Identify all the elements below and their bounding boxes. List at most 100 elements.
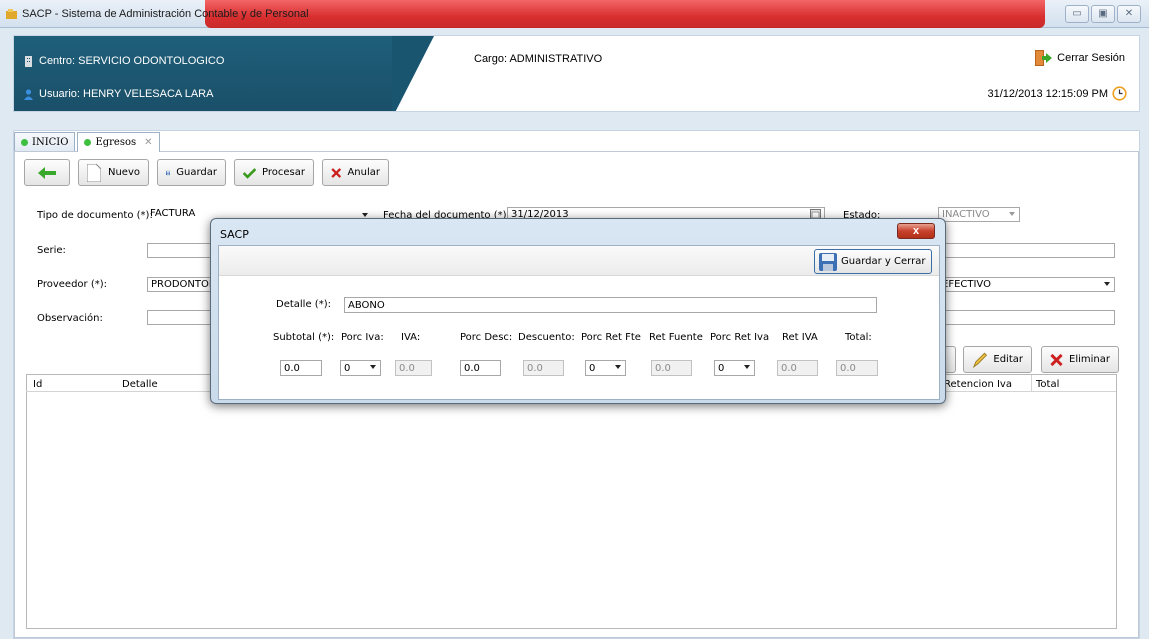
serie-field[interactable] [147, 243, 217, 258]
cargo-label: Cargo: ADMINISTRATIVO [474, 53, 603, 65]
delete-x-icon [1050, 353, 1063, 366]
titlebar-highlight [205, 0, 1045, 28]
porc-iva-select[interactable]: 0 [340, 360, 381, 376]
chevron-down-icon [370, 365, 376, 369]
grid-col-detalle[interactable]: Detalle [122, 379, 158, 390]
porc-desc-field[interactable]: 0.0 [460, 360, 501, 376]
editar-label: Editar [993, 354, 1023, 365]
back-button[interactable] [24, 159, 70, 186]
tab-strip: INICIO Egresos ✕ [14, 132, 160, 152]
checkmark-icon [243, 167, 257, 179]
modal-close-button[interactable]: x [897, 223, 935, 239]
centro-label: Centro: SERVICIO ODONTOLOGICO [39, 55, 225, 67]
user-icon [24, 88, 33, 100]
porc-desc-value: 0.0 [464, 363, 480, 374]
guardar-cerrar-button[interactable]: Guardar y Cerrar [814, 249, 932, 274]
estado-select[interactable]: INACTIVO [938, 207, 1020, 222]
proveedor-value: PRODONTOMED [151, 279, 216, 290]
observacion-label: Observación: [37, 313, 103, 324]
usuario-label: Usuario: HENRY VELESACA LARA [39, 88, 214, 100]
tab-inicio-label: INICIO [32, 136, 69, 148]
grid-col-divider [1031, 375, 1032, 391]
maximize-button[interactable]: ▣ [1091, 5, 1115, 23]
detalle-modal: SACP x Guardar y Cerrar Detalle (*): ABO… [210, 218, 946, 404]
ret-fuente-field: 0.0 [651, 360, 692, 376]
nuevo-button[interactable]: Nuevo [78, 159, 149, 186]
logout-label: Cerrar Sesión [1057, 52, 1125, 64]
chevron-down-icon [744, 365, 750, 369]
minimize-button[interactable]: ▭ [1065, 5, 1089, 23]
porc-ret-iva-select[interactable]: 0 [714, 360, 755, 376]
grid-col-total[interactable]: Total [1036, 379, 1059, 390]
nuevo-label: Nuevo [107, 167, 140, 178]
chevron-down-icon [362, 213, 368, 217]
porc-ret-fte-select[interactable]: 0 [585, 360, 626, 376]
detalle-value: ABONO [348, 300, 385, 311]
chevron-down-icon [615, 365, 621, 369]
iva-field: 0.0 [395, 360, 432, 376]
detalle-field[interactable]: ABONO [344, 297, 877, 313]
status-dot-icon [21, 138, 28, 146]
modal-body: Guardar y Cerrar Detalle (*): ABONO Subt… [218, 245, 940, 400]
total-value: 0.0 [840, 363, 856, 374]
logout-button[interactable]: Cerrar Sesión [1033, 49, 1125, 67]
porc-iva-label: Porc Iva: [341, 332, 384, 343]
proveedor-field[interactable]: PRODONTOMED [147, 277, 217, 292]
app-header: Centro: SERVICIO ODONTOLOGICO Usuario: H… [13, 35, 1140, 112]
eliminar-button[interactable]: Eliminar [1041, 346, 1119, 373]
tab-inicio[interactable]: INICIO [14, 132, 76, 151]
tipo-documento-value: FACTURA [150, 208, 196, 219]
app-icon [6, 9, 17, 19]
procesar-button[interactable]: Procesar [234, 159, 314, 186]
detalle-label: Detalle (*): [276, 299, 331, 310]
observacion-field[interactable] [147, 310, 217, 325]
clock-icon [1112, 86, 1127, 101]
ret-iva-label: Ret IVA [782, 332, 818, 343]
ret-iva-field: 0.0 [777, 360, 818, 376]
editar-button[interactable]: Editar [963, 346, 1032, 373]
chevron-down-icon [1104, 282, 1110, 286]
tab-egresos[interactable]: Egresos ✕ [77, 132, 160, 152]
datetime-display: 31/12/2013 12:15:09 PM [988, 86, 1127, 101]
serie-extra-field[interactable] [938, 243, 1115, 258]
door-exit-icon [1035, 50, 1053, 66]
forma-pago-select[interactable]: EFECTIVO [938, 277, 1115, 292]
save-disk-icon [819, 252, 837, 271]
ret-fuente-value: 0.0 [655, 363, 671, 374]
procesar-label: Procesar [262, 167, 305, 178]
descuento-label: Descuento: [518, 332, 575, 343]
subtotal-value: 0.0 [284, 363, 300, 374]
guardar-cerrar-label: Guardar y Cerrar [841, 256, 926, 267]
grid-col-id[interactable]: Id [33, 379, 42, 390]
cancel-x-icon [331, 167, 342, 178]
descuento-field: 0.0 [523, 360, 564, 376]
anular-button[interactable]: Anular [322, 159, 389, 186]
datetime-label: 31/12/2013 12:15:09 PM [987, 87, 1108, 100]
guardar-button[interactable]: Guardar [157, 159, 226, 186]
chevron-down-icon [1009, 212, 1015, 216]
pencil-icon [972, 352, 988, 368]
descuento-value: 0.0 [527, 363, 543, 374]
proveedor-label: Proveedor (*): [37, 279, 108, 290]
detalle-grid[interactable] [26, 374, 1117, 629]
total-field: 0.0 [836, 360, 878, 376]
partial-button[interactable] [946, 346, 956, 373]
grid-col-retencion-iva[interactable]: Retencion Iva [944, 379, 1012, 390]
eliminar-label: Eliminar [1069, 354, 1110, 365]
porc-ret-iva-value: 0 [718, 363, 725, 374]
subtotal-label: Subtotal (*): [273, 332, 335, 343]
estado-value: INACTIVO [942, 209, 990, 220]
tipo-documento-label: Tipo de documento (*): [37, 210, 153, 221]
subtotal-field[interactable]: 0.0 [280, 360, 322, 376]
modal-title: SACP [220, 228, 249, 241]
iva-label: IVA: [401, 332, 421, 343]
close-tab-icon[interactable]: ✕ [144, 137, 152, 148]
close-window-button[interactable]: ✕ [1117, 5, 1141, 23]
ret-fuente-label: Ret Fuente [649, 332, 703, 343]
porc-iva-value: 0 [344, 363, 351, 374]
forma-pago-value: EFECTIVO [942, 279, 991, 290]
observacion-extra-field[interactable] [938, 310, 1115, 325]
close-icon: x [912, 225, 920, 237]
tab-egresos-label: Egresos [95, 137, 137, 148]
save-disk-icon [166, 170, 171, 175]
